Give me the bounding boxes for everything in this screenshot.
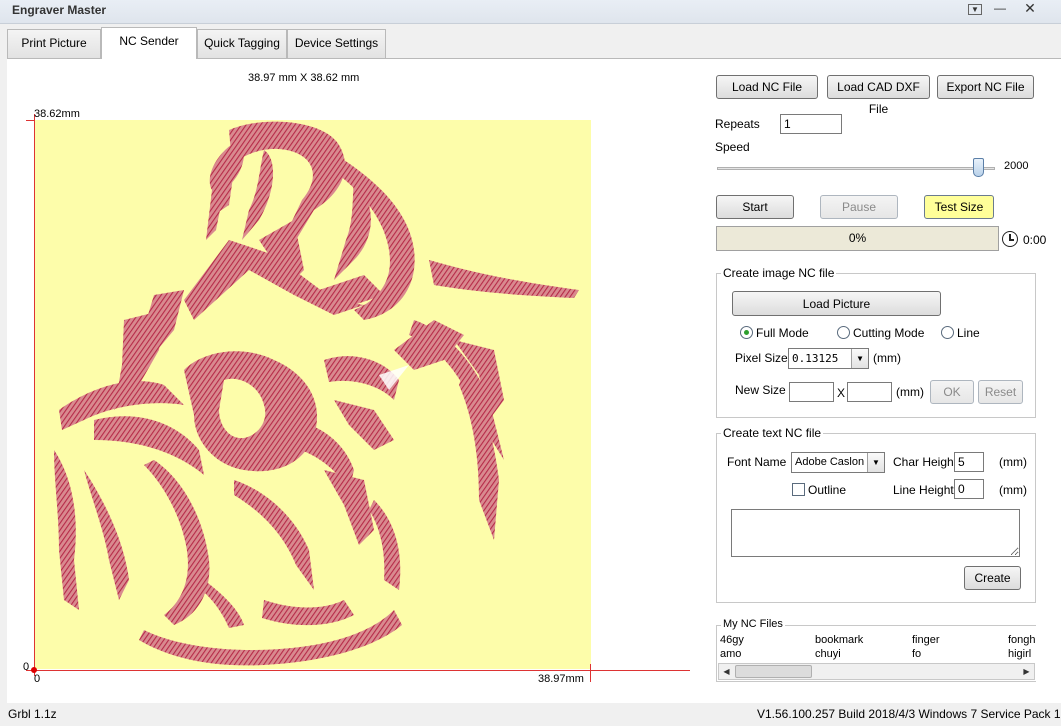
job-progress-bar: 0%	[716, 226, 999, 251]
scroll-right-icon[interactable]: ▶	[1019, 664, 1034, 679]
close-icon: ✕	[1024, 0, 1036, 16]
elapsed-time: 0:00	[1023, 233, 1047, 247]
font-name-label: Font Name	[727, 455, 787, 469]
clock-icon	[1002, 231, 1018, 247]
y-axis	[34, 114, 35, 676]
title-bar	[0, 0, 1061, 24]
pause-button[interactable]: Pause	[820, 195, 898, 219]
load-cad-dxf-file-button[interactable]: Load CAD DXF File	[827, 75, 930, 116]
speed-label: Speed	[715, 140, 750, 154]
line-height-label: Line Height	[893, 483, 954, 497]
tab-nc-sender[interactable]: NC Sender	[101, 27, 197, 59]
font-name-select[interactable]: Adobe Caslon ▼	[791, 452, 885, 473]
create-button[interactable]: Create	[964, 566, 1021, 590]
start-button[interactable]: Start	[716, 195, 794, 219]
new-size-label: New Size	[735, 383, 786, 397]
close-button[interactable]: ✕	[1016, 0, 1044, 18]
new-size-unit: (mm)	[896, 385, 924, 399]
new-size-width-input[interactable]	[789, 382, 834, 402]
line-height-unit: (mm)	[999, 483, 1027, 497]
speed-slider-track[interactable]	[717, 167, 995, 170]
line-mode-radio[interactable]	[941, 326, 954, 339]
test-size-button[interactable]: Test Size	[924, 195, 994, 219]
app-version: V1.56.100.257 Build 2018/4/3 Windows 7 S…	[757, 707, 1061, 721]
nc-text-input[interactable]	[731, 509, 1020, 557]
window-menu-button[interactable]: ▼	[961, 0, 989, 18]
repeats-input[interactable]	[780, 114, 842, 134]
scorpion-engraving-image	[54, 121, 579, 666]
outline-checkbox[interactable]	[792, 483, 805, 496]
y-axis-zero-label: 0	[23, 661, 30, 673]
nc-file-item[interactable]: fongh	[1008, 634, 1036, 646]
tab-print-picture[interactable]: Print Picture	[7, 29, 101, 58]
text-nc-legend: Create text NC file	[721, 426, 824, 440]
full-mode-label: Full Mode	[756, 326, 809, 340]
dropdown-icon: ▼	[968, 4, 982, 15]
nc-files-legend: My NC Files	[721, 618, 785, 630]
outline-label: Outline	[808, 483, 847, 497]
char-height-input[interactable]	[954, 452, 984, 472]
nc-file-item[interactable]: bookmark	[815, 634, 863, 646]
ok-button[interactable]: OK	[930, 380, 974, 404]
y-axis-max-label: 38.62mm	[34, 108, 80, 120]
full-mode-radio[interactable]	[740, 326, 753, 339]
new-size-height-input[interactable]	[847, 382, 892, 402]
font-name-value: Adobe Caslon	[795, 456, 865, 468]
x-axis-max-tick	[590, 664, 591, 682]
cutting-mode-label: Cutting Mode	[853, 326, 925, 340]
line-height-input[interactable]	[954, 479, 984, 499]
minimize-icon: —	[994, 1, 1006, 15]
pixel-size-value: 0.13125	[792, 352, 839, 365]
cutting-mode-radio[interactable]	[837, 326, 850, 339]
reset-button[interactable]: Reset	[978, 380, 1023, 404]
firmware-version: Grbl 1.1z	[8, 707, 57, 721]
nc-file-item[interactable]: higirl	[1008, 648, 1031, 660]
minimize-button[interactable]: —	[986, 0, 1014, 18]
char-height-label: Char Height	[893, 455, 958, 469]
tab-device-settings[interactable]: Device Settings	[287, 29, 386, 58]
image-nc-legend: Create image NC file	[721, 266, 837, 280]
export-nc-file-button[interactable]: Export NC File	[937, 75, 1034, 99]
nc-file-item[interactable]: chuyi	[815, 648, 841, 660]
scrollbar-thumb[interactable]	[735, 665, 812, 678]
line-mode-label: Line	[957, 326, 980, 340]
chevron-down-icon: ▼	[851, 349, 868, 368]
window-title: Engraver Master	[12, 3, 107, 17]
scroll-left-icon[interactable]: ◀	[719, 664, 734, 679]
pixel-size-label: Pixel Size	[735, 351, 788, 365]
load-nc-file-button[interactable]: Load NC File	[716, 75, 818, 99]
canvas-size-label: 38.97 mm X 38.62 mm	[248, 72, 360, 84]
x-axis-zero-label: 0	[34, 673, 41, 685]
nc-file-item[interactable]: 46gy	[720, 634, 744, 646]
load-picture-button[interactable]: Load Picture	[732, 291, 941, 316]
speed-value: 2000	[1004, 160, 1029, 172]
pixel-size-unit: (mm)	[873, 351, 901, 365]
nc-files-scrollbar[interactable]: ◀ ▶	[718, 663, 1035, 680]
nc-file-item[interactable]: amo	[720, 648, 741, 660]
new-size-x-label: X	[837, 386, 846, 400]
repeats-label: Repeats	[715, 117, 760, 131]
pixel-size-select[interactable]: 0.13125 ▼	[788, 348, 869, 369]
chevron-down-icon: ▼	[867, 453, 884, 472]
nc-file-item[interactable]: fo	[912, 648, 921, 660]
tab-quick-tagging[interactable]: Quick Tagging	[197, 29, 287, 58]
x-axis-max-label: 38.97mm	[538, 673, 584, 685]
speed-slider-thumb[interactable]	[973, 158, 985, 177]
nc-file-item[interactable]: finger	[912, 634, 940, 646]
y-axis-max-tick	[26, 120, 34, 121]
char-height-unit: (mm)	[999, 455, 1027, 469]
